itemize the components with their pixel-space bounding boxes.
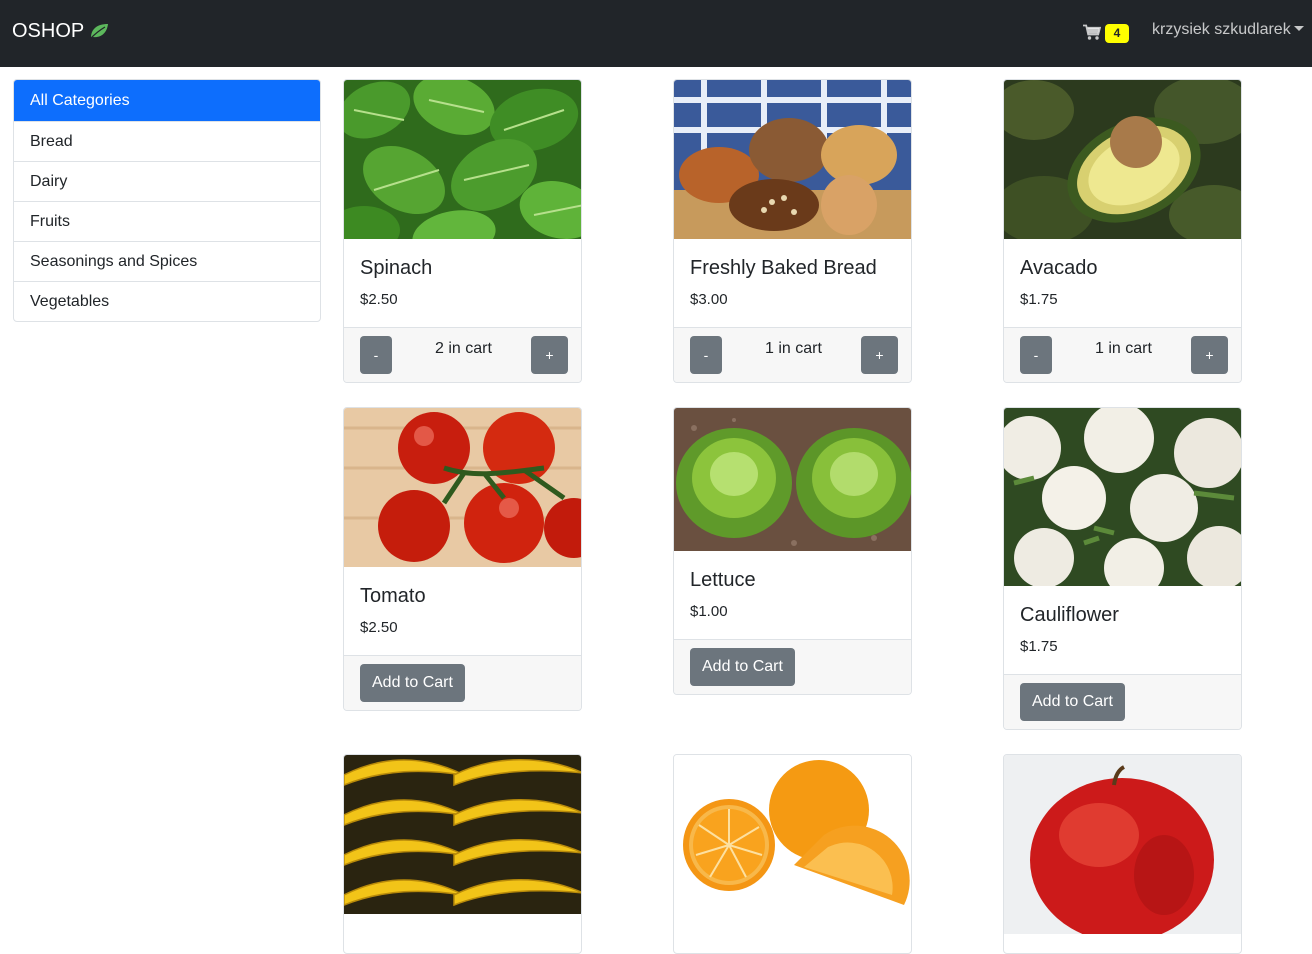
add-to-cart-button[interactable]: Add to Cart xyxy=(360,664,465,702)
product-card: Spinach $2.50 - 2 in cart + xyxy=(343,79,582,383)
product-image-cauliflower xyxy=(1004,408,1241,586)
increase-quantity-button[interactable]: + xyxy=(531,336,568,374)
product-image-banana xyxy=(344,755,581,914)
category-item-seasonings[interactable]: Seasonings and Spices xyxy=(14,241,320,281)
product-title: Spinach xyxy=(360,257,433,279)
product-card: Cauliflower $1.75 Add to Cart xyxy=(1003,407,1242,730)
product-image-avacado xyxy=(1004,80,1241,239)
cart-count-badge: 4 xyxy=(1105,24,1129,43)
product-image-tomato xyxy=(344,408,581,567)
product-title: Tomato xyxy=(360,585,426,607)
product-card xyxy=(343,754,582,954)
product-card: Avacado $1.75 - 1 in cart + xyxy=(1003,79,1242,383)
product-title: Cauliflower xyxy=(1020,604,1119,626)
caret-down-icon xyxy=(1293,26,1304,31)
card-footer: Add to Cart xyxy=(1004,674,1241,729)
category-item-vegetables[interactable]: Vegetables xyxy=(14,281,320,321)
product-card: Lettuce $1.00 Add to Cart xyxy=(673,407,912,695)
add-to-cart-button[interactable]: Add to Cart xyxy=(1020,683,1125,721)
product-card xyxy=(673,754,912,954)
category-list: All Categories Bread Dairy Fruits Season… xyxy=(13,79,321,322)
category-item-all[interactable]: All Categories xyxy=(14,80,320,121)
category-item-dairy[interactable]: Dairy xyxy=(14,161,320,201)
product-card xyxy=(1003,754,1242,954)
product-card: Tomato $2.50 Add to Cart xyxy=(343,407,582,711)
category-item-bread[interactable]: Bread xyxy=(14,121,320,161)
user-dropdown[interactable]: krzysiek szkudlarek xyxy=(1152,21,1304,39)
product-image-bread xyxy=(674,80,911,239)
product-title: Avacado xyxy=(1020,257,1098,279)
product-price: $1.00 xyxy=(690,603,728,620)
brand-link[interactable]: OSHOP xyxy=(12,20,109,45)
product-title: Freshly Baked Bread xyxy=(690,257,877,279)
add-to-cart-button[interactable]: Add to Cart xyxy=(690,648,795,686)
product-price: $3.00 xyxy=(690,291,728,308)
category-item-fruits[interactable]: Fruits xyxy=(14,201,320,241)
product-image-spinach xyxy=(344,80,581,239)
card-footer: - 1 in cart + xyxy=(674,327,911,382)
shopping-cart-link[interactable] xyxy=(1083,24,1102,46)
increase-quantity-button[interactable]: + xyxy=(1191,336,1228,374)
increase-quantity-button[interactable]: + xyxy=(861,336,898,374)
product-price: $2.50 xyxy=(360,291,398,308)
product-image-apple xyxy=(1004,755,1241,934)
product-price: $1.75 xyxy=(1020,638,1058,655)
card-footer: Add to Cart xyxy=(344,655,581,710)
product-image-lettuce xyxy=(674,408,911,551)
product-title: Lettuce xyxy=(690,569,756,591)
card-footer: - 1 in cart + xyxy=(1004,327,1241,382)
user-name: krzysiek szkudlarek xyxy=(1152,21,1291,38)
shopping-cart-icon xyxy=(1083,24,1102,45)
brand-name: OSHOP xyxy=(12,20,85,42)
product-card: Freshly Baked Bread $3.00 - 1 in cart + xyxy=(673,79,912,383)
leaf-icon xyxy=(89,22,109,45)
product-image-orange xyxy=(674,755,911,914)
navbar: OSHOP 4 krzysiek szkudlarek xyxy=(0,0,1312,67)
card-footer: Add to Cart xyxy=(674,639,911,694)
product-price: $2.50 xyxy=(360,619,398,636)
card-footer: - 2 in cart + xyxy=(344,327,581,382)
product-price: $1.75 xyxy=(1020,291,1058,308)
